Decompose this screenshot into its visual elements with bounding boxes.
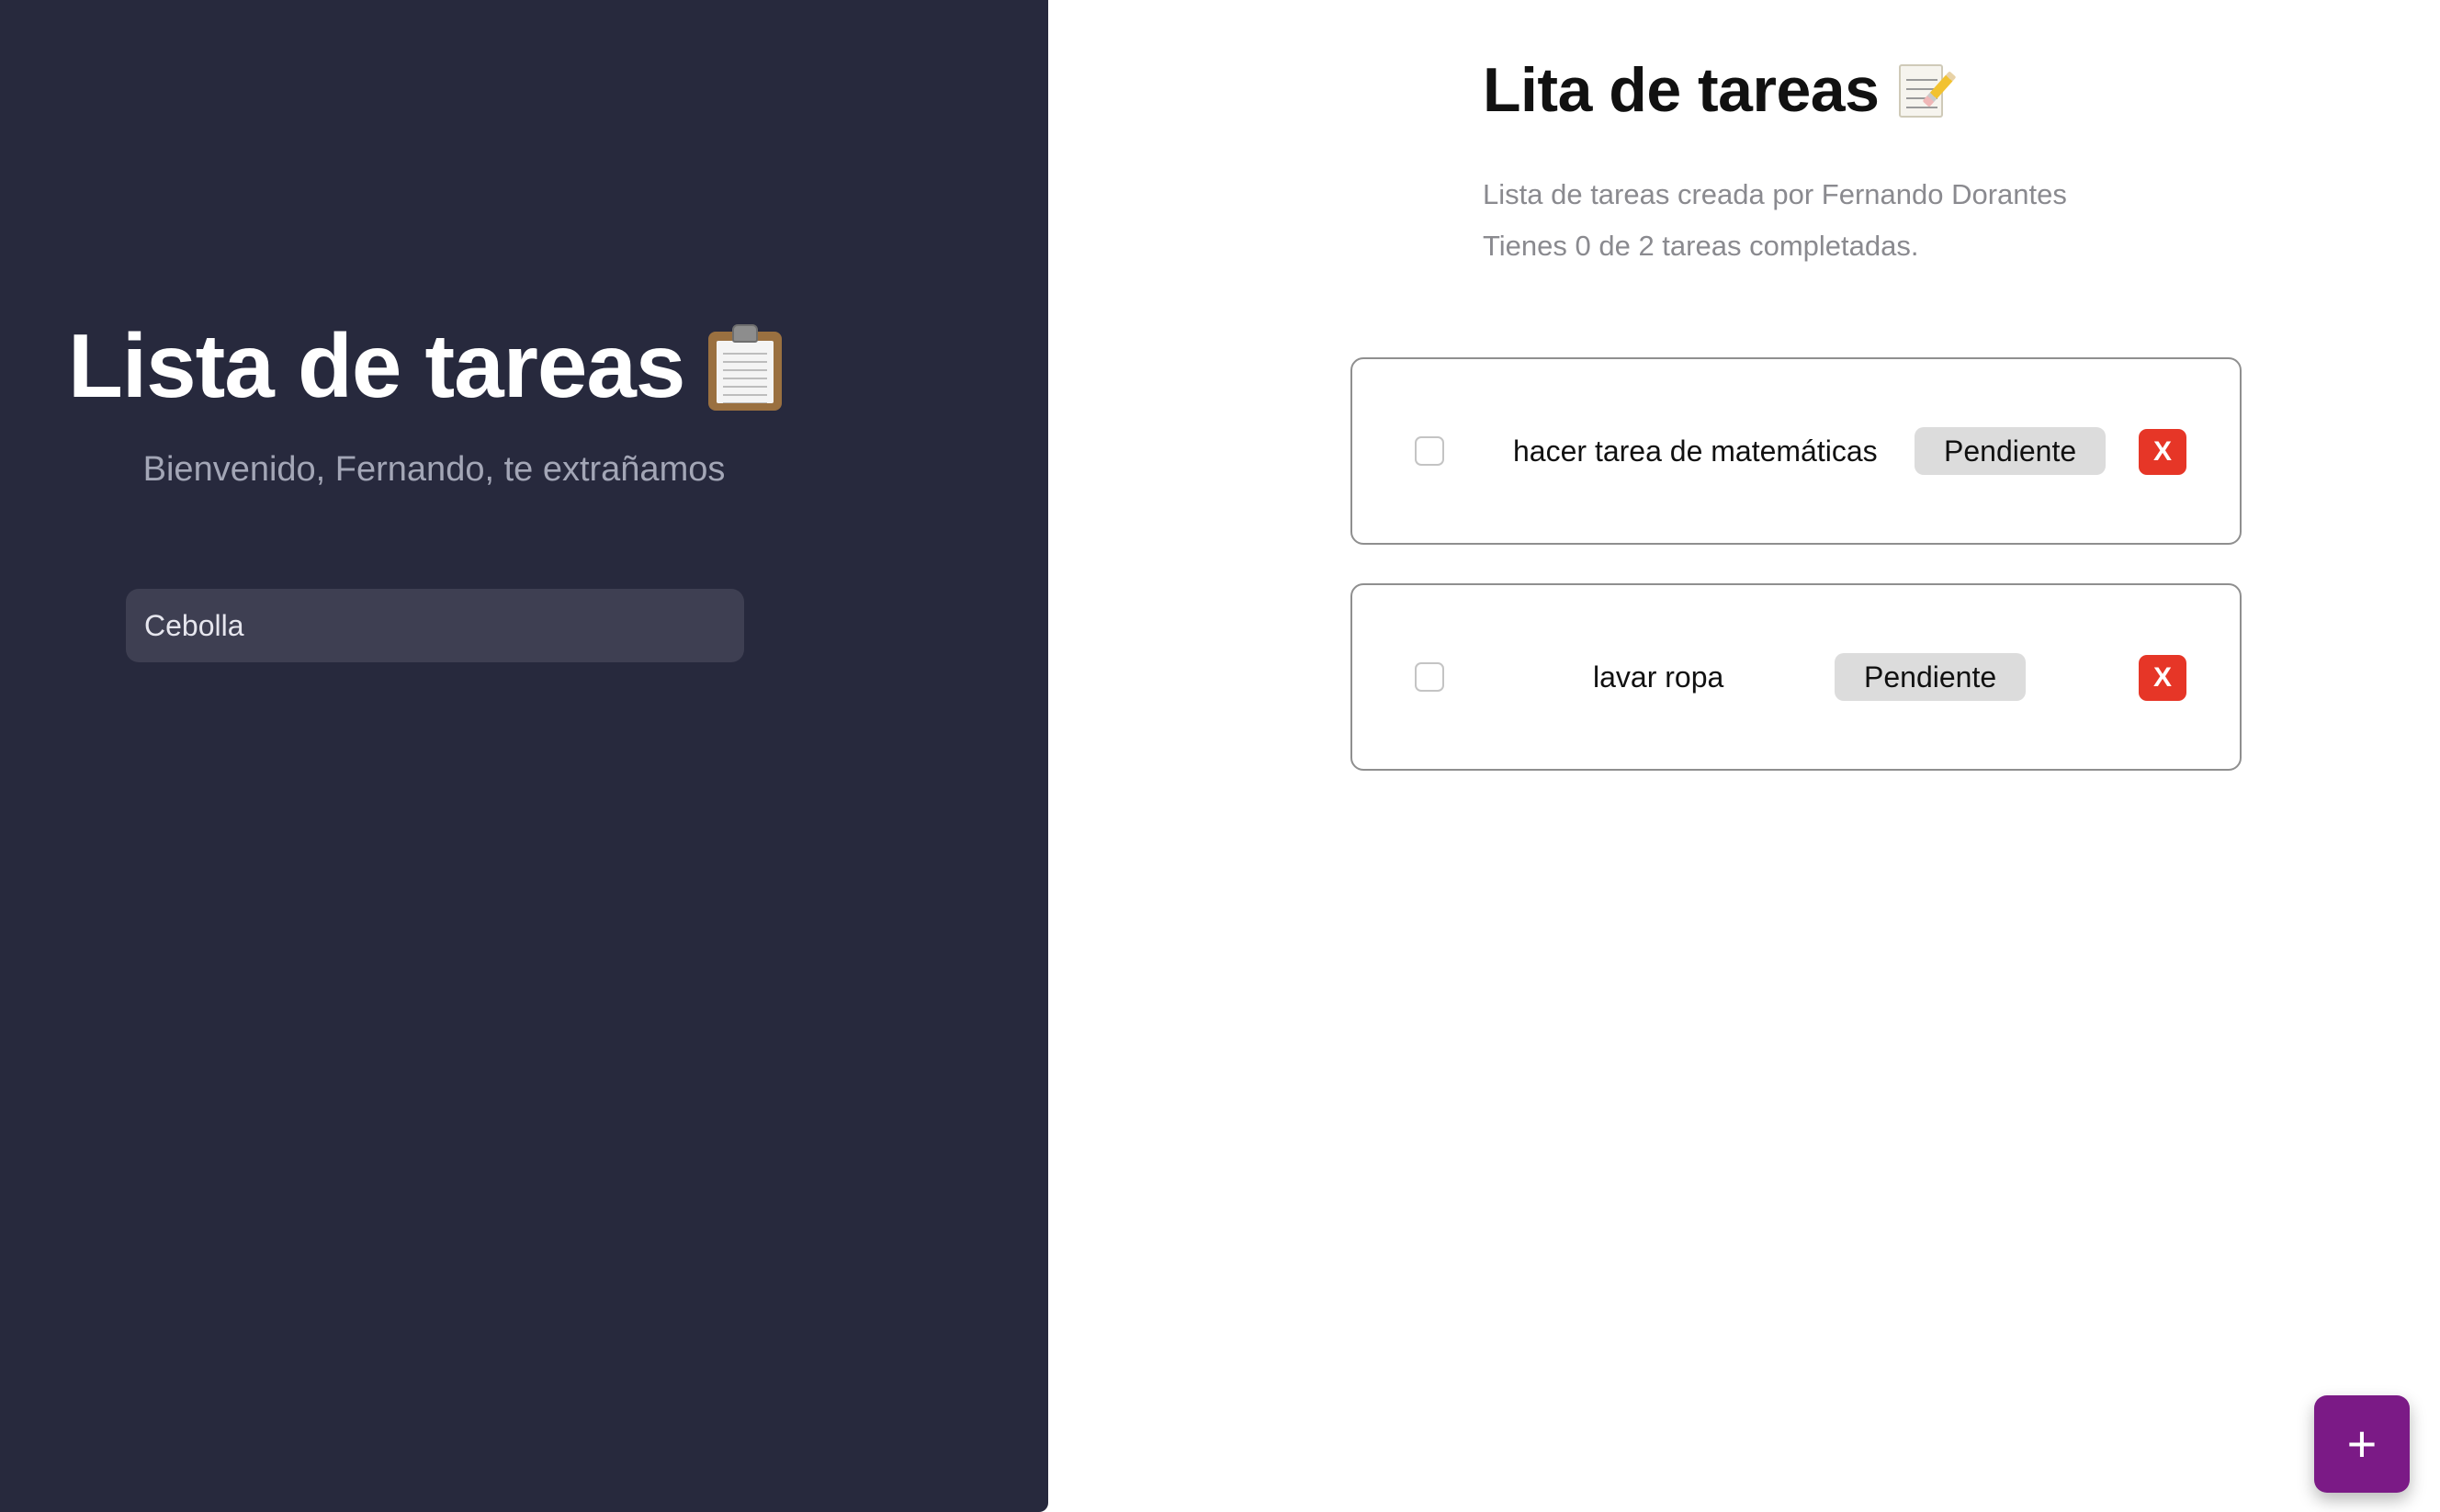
status-badge[interactable]: Pendiente (1915, 427, 2107, 475)
delete-task-button[interactable]: X (2139, 655, 2186, 701)
sidebar-title: Lista de tareas (68, 310, 783, 421)
sidebar-title-text: Lista de tareas (68, 314, 685, 416)
welcome-message: Bienvenido, Fernando, te extrañamos (142, 450, 726, 489)
clipboard-icon (708, 324, 783, 411)
add-task-button[interactable]: + (2314, 1395, 2410, 1493)
task-card: lavar ropa Pendiente X (1350, 583, 2242, 771)
task-checkbox[interactable] (1415, 436, 1444, 466)
sidebar-panel: Lista de tareas Bienvenido, Fernando, te… (0, 0, 1048, 1512)
app-root: Lista de tareas Bienvenido, Fernando, te… (0, 0, 2440, 1512)
page-subtitle: Lista de tareas creada por Fernando Dora… (1483, 178, 2067, 210)
delete-task-button[interactable]: X (2139, 429, 2186, 475)
completion-summary: Tienes 0 de 2 tareas completadas. (1483, 230, 1919, 262)
task-name: lavar ropa (1593, 660, 1724, 694)
status-badge[interactable]: Pendiente (1835, 653, 2027, 701)
name-input[interactable] (126, 589, 744, 662)
page-title-text: Lita de tareas (1483, 55, 1880, 125)
task-name: hacer tarea de matemáticas (1513, 434, 1878, 468)
task-card: hacer tarea de matemáticas Pendiente X (1350, 357, 2242, 545)
page-title: Lita de tareas (1483, 53, 1957, 127)
plus-icon: + (2346, 1415, 2378, 1473)
memo-icon (1899, 61, 1957, 119)
task-checkbox[interactable] (1415, 662, 1444, 692)
